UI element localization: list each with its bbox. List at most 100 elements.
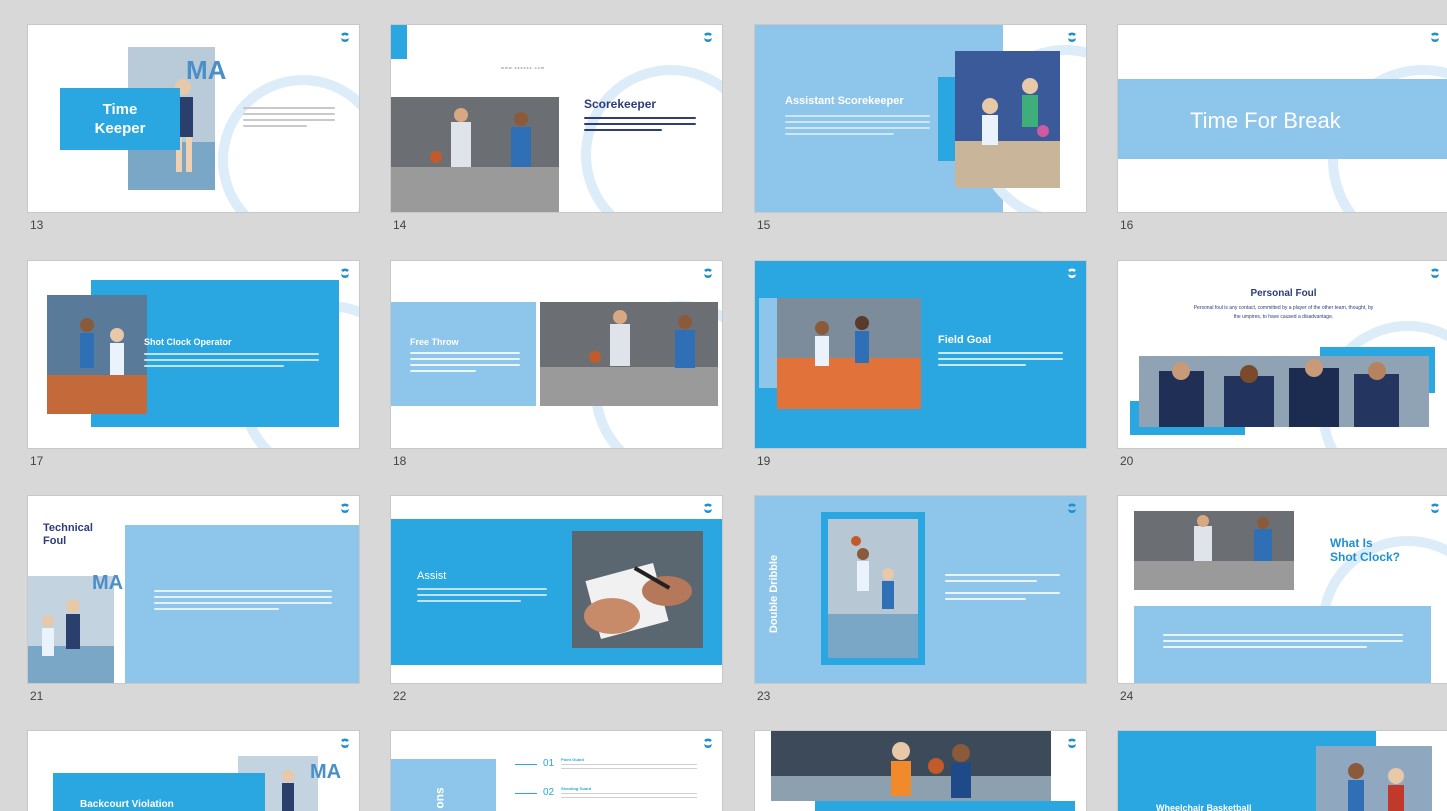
slide-number: 14	[393, 218, 407, 232]
body-text-placeholder	[938, 352, 1063, 370]
slide-title: Double Dribble	[768, 554, 781, 634]
slide-photo	[540, 302, 718, 406]
brand-logo-icon	[1068, 738, 1076, 748]
overlay-text: MA	[310, 761, 342, 783]
bottom-band	[815, 801, 1075, 811]
basketball-watermark-icon	[218, 75, 359, 212]
list-arrow-icon	[515, 764, 537, 765]
brand-logo-icon	[1068, 503, 1076, 513]
body-text-placeholder	[561, 764, 697, 772]
overlay-text: MA	[186, 55, 227, 85]
list-item-number: 02	[543, 787, 555, 798]
brand-logo-icon	[341, 503, 349, 513]
slide-thumbnail-17[interactable]: Shot Clock Operator	[28, 261, 359, 448]
brand-logo-icon	[704, 738, 712, 748]
slide-thumbnail-24[interactable]: What Is Shot Clock?	[1118, 496, 1447, 683]
slide-photo	[771, 731, 1051, 801]
body-text-placeholder	[410, 352, 520, 376]
slide-number: 15	[757, 218, 771, 232]
brand-logo-icon	[1431, 32, 1439, 42]
slide-number: 19	[757, 454, 771, 468]
slide-thumbnail-20[interactable]: Personal Foul Personal foul is any conta…	[1118, 261, 1447, 448]
slide-number: 13	[30, 218, 44, 232]
basketball-watermark-icon	[581, 65, 722, 212]
slide-photo	[777, 298, 921, 409]
brand-logo-icon	[704, 32, 712, 42]
slide-thumbnail-19[interactable]: Field Goal	[755, 261, 1086, 448]
slide-caption: www.ssssss.com	[501, 65, 546, 70]
brand-logo-icon	[1431, 738, 1439, 748]
slide-photo	[955, 51, 1060, 188]
slide-title-line-2: Shot Clock?	[1330, 550, 1401, 564]
slide-title: Free Throw	[410, 337, 459, 347]
slide-title: Assist	[417, 570, 447, 582]
brand-logo-icon	[1068, 268, 1076, 278]
slide-thumbnail-16[interactable]: Time For Break	[1118, 25, 1447, 212]
slide-title-line-1: What Is	[1330, 536, 1373, 550]
slide-photo	[828, 519, 918, 658]
slide-thumbnail-15[interactable]: Assistant Scorekeeper	[755, 25, 1086, 212]
slide-title: ons	[432, 787, 447, 809]
slide-title-line-1: Time	[102, 101, 138, 118]
body-text-placeholder	[584, 117, 696, 135]
slide-thumbnail-18[interactable]: Free Throw	[391, 261, 722, 448]
body-text-placeholder	[785, 115, 930, 139]
body-text-placeholder	[561, 793, 697, 801]
slide-thumbnail-22[interactable]: Assist	[391, 496, 722, 683]
slide-photo	[1134, 511, 1294, 590]
slide-title: What Is Shot Clock?	[1330, 536, 1400, 564]
slide-title: Time Keeper	[60, 100, 180, 138]
body-text-placeholder	[945, 574, 1060, 604]
list-arrow-icon	[515, 793, 537, 794]
slide-title: Shot Clock Operator	[144, 337, 232, 347]
slide-photo	[391, 97, 559, 212]
slide-thumbnail-13[interactable]: MA Time Keeper	[28, 25, 359, 212]
slide-photo	[47, 295, 147, 414]
slide-thumbnail-14[interactable]: www.ssssss.com Scorekeeper	[391, 25, 722, 212]
slide-title-line-2: Foul	[43, 535, 67, 547]
slide-title-line-2: Keeper	[94, 120, 146, 137]
slide-number: 24	[1120, 689, 1134, 703]
brand-logo-icon	[1431, 268, 1439, 278]
slide-title: Wheelchair Basketball	[1156, 803, 1252, 811]
body-text-placeholder	[417, 588, 547, 606]
slide-title: Assistant Scorekeeper	[785, 95, 904, 107]
slide-thumbnail-23[interactable]: Double Dribble	[755, 496, 1086, 683]
brand-logo-icon	[341, 32, 349, 42]
slide-thumbnail-21[interactable]: Technical Foul MA	[28, 496, 359, 683]
brand-logo-icon	[1431, 503, 1439, 513]
slide-title: Personal Foul	[1250, 288, 1317, 299]
list-item-label: Shooting Guard	[561, 786, 592, 791]
brand-logo-icon	[704, 503, 712, 513]
slide-number: 16	[1120, 218, 1134, 232]
accent-bar	[759, 298, 777, 388]
body-text-placeholder	[154, 590, 332, 614]
body-text-placeholder	[144, 353, 319, 371]
slide-body-line-2: the umpires, to have caused a disadvanta…	[1233, 314, 1334, 320]
slide-photo	[1139, 356, 1429, 427]
slide-body: Personal foul is any contact, committed …	[1128, 304, 1439, 322]
slide-thumbnail-26[interactable]: ons 01 Point Guard 02 Shooting Guard	[391, 731, 722, 811]
slide-number: 18	[393, 454, 407, 468]
slide-photo	[1316, 746, 1432, 811]
slide-number: 23	[757, 689, 771, 703]
slide-number: 20	[1120, 454, 1134, 468]
slide-title: Time For Break	[1190, 108, 1341, 133]
list-item-number: 01	[543, 758, 555, 769]
slide-title-line-1: Technical	[43, 522, 93, 534]
slide-number: 17	[30, 454, 44, 468]
brand-logo-icon	[1068, 32, 1076, 42]
overlay-text: MA	[92, 572, 124, 594]
list-item-label: Point Guard	[561, 757, 584, 762]
slide-title: Backcourt Violation	[80, 799, 174, 810]
slide-title: Field Goal	[938, 334, 992, 346]
accent-bar	[391, 25, 407, 59]
body-text-placeholder	[243, 107, 335, 131]
body-text-placeholder	[1163, 634, 1403, 652]
brand-logo-icon	[341, 738, 349, 748]
slide-number: 21	[30, 689, 44, 703]
slide-thumbnail-25[interactable]: MA Backcourt Violation	[28, 731, 359, 811]
slide-thumbnail-28[interactable]: Wheelchair Basketball	[1118, 731, 1447, 811]
slide-title: Scorekeeper	[584, 97, 657, 111]
slide-thumbnail-27[interactable]	[755, 731, 1086, 811]
